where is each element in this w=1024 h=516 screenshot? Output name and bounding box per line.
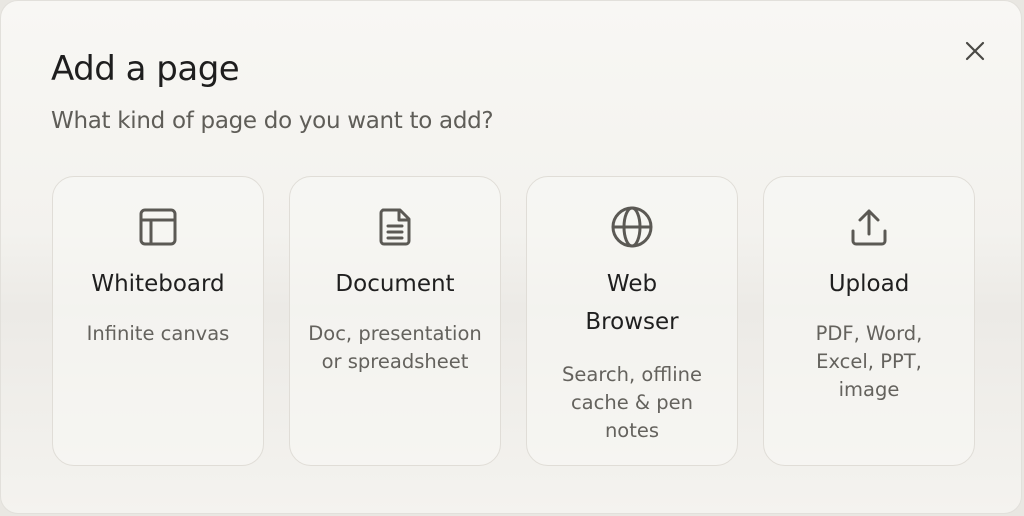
- globe-icon: [608, 203, 656, 251]
- option-title: Upload: [828, 271, 910, 297]
- document-icon: [371, 203, 419, 251]
- upload-icon: [845, 203, 893, 251]
- close-icon: [965, 41, 985, 61]
- option-card-upload[interactable]: Upload PDF, Word, Excel, PPT, image: [763, 176, 975, 466]
- option-title: Web Browser: [585, 271, 679, 335]
- option-card-document[interactable]: Document Doc, presentation or spreadshee…: [289, 176, 501, 466]
- option-title: Whiteboard: [91, 271, 225, 297]
- option-card-whiteboard[interactable]: Whiteboard Infinite canvas: [52, 176, 264, 466]
- option-description: Doc, presentation or spreadsheet: [308, 322, 482, 373]
- close-button[interactable]: [959, 35, 991, 67]
- option-title: Document: [335, 271, 455, 297]
- option-description: Infinite canvas: [86, 322, 230, 345]
- dialog-subtitle: What kind of page do you want to add?: [51, 108, 494, 134]
- layout-icon: [134, 203, 182, 251]
- option-card-web-browser[interactable]: Web Browser Search, offline cache & pen …: [526, 176, 738, 466]
- add-page-dialog: Add a page What kind of page do you want…: [0, 0, 1022, 514]
- option-description: Search, offline cache & pen notes: [562, 363, 702, 442]
- option-description: PDF, Word, Excel, PPT, image: [815, 322, 923, 401]
- dialog-title: Add a page: [51, 49, 240, 89]
